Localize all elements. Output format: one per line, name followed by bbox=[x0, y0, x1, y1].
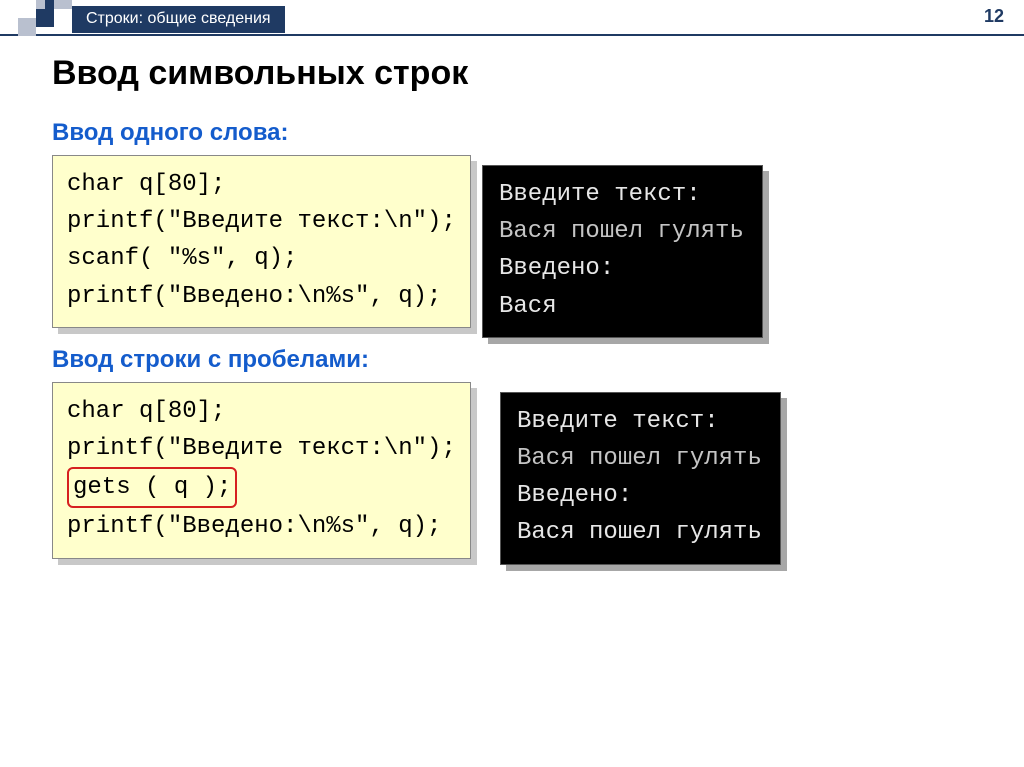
page-number: 12 bbox=[984, 6, 1004, 27]
code-text-1: char q[80]; printf("Введите текст:\n"); … bbox=[52, 155, 471, 328]
example-1: char q[80]; printf("Введите текст:\n"); … bbox=[52, 155, 998, 328]
console-box-2: Введите текст: Вася пошел гулять Введено… bbox=[500, 392, 781, 565]
code-box-2: char q[80]; printf("Введите текст:\n"); … bbox=[52, 382, 471, 559]
code-box-1: char q[80]; printf("Введите текст:\n"); … bbox=[52, 155, 471, 328]
console-user-input: Вася пошел гулять bbox=[499, 218, 744, 245]
logo-squares bbox=[18, 0, 68, 36]
code-text-2: char q[80]; printf("Введите текст:\n"); … bbox=[52, 382, 471, 559]
console-text-2: Введите текст: Вася пошел гулять Введено… bbox=[500, 392, 781, 565]
breadcrumb: Строки: общие сведения bbox=[72, 6, 285, 33]
console-output: Вася bbox=[499, 293, 557, 320]
section-heading-1: Ввод одного слова: bbox=[52, 119, 998, 147]
gets-highlight: gets ( q ); bbox=[67, 467, 237, 508]
console-text-1: Введите текст: Вася пошел гулять Введено… bbox=[482, 165, 763, 338]
console-output: Вася пошел гулять bbox=[517, 519, 762, 546]
console-prompt1: Введите текст: bbox=[517, 408, 719, 435]
console-prompt1: Введите текст: bbox=[499, 181, 701, 208]
console-prompt2: Введено: bbox=[517, 482, 632, 509]
page-title: Ввод символьных строк bbox=[52, 54, 998, 93]
section-heading-2: Ввод строки с пробелами: bbox=[52, 346, 998, 374]
example-2: char q[80]; printf("Введите текст:\n"); … bbox=[52, 382, 998, 559]
slide-content: Ввод символьных строк Ввод одного слова:… bbox=[0, 36, 1024, 559]
top-bar: Строки: общие сведения 12 bbox=[0, 0, 1024, 36]
console-prompt2: Введено: bbox=[499, 255, 614, 282]
console-box-1: Введите текст: Вася пошел гулять Введено… bbox=[482, 165, 763, 338]
console-user-input: Вася пошел гулять bbox=[517, 445, 762, 472]
